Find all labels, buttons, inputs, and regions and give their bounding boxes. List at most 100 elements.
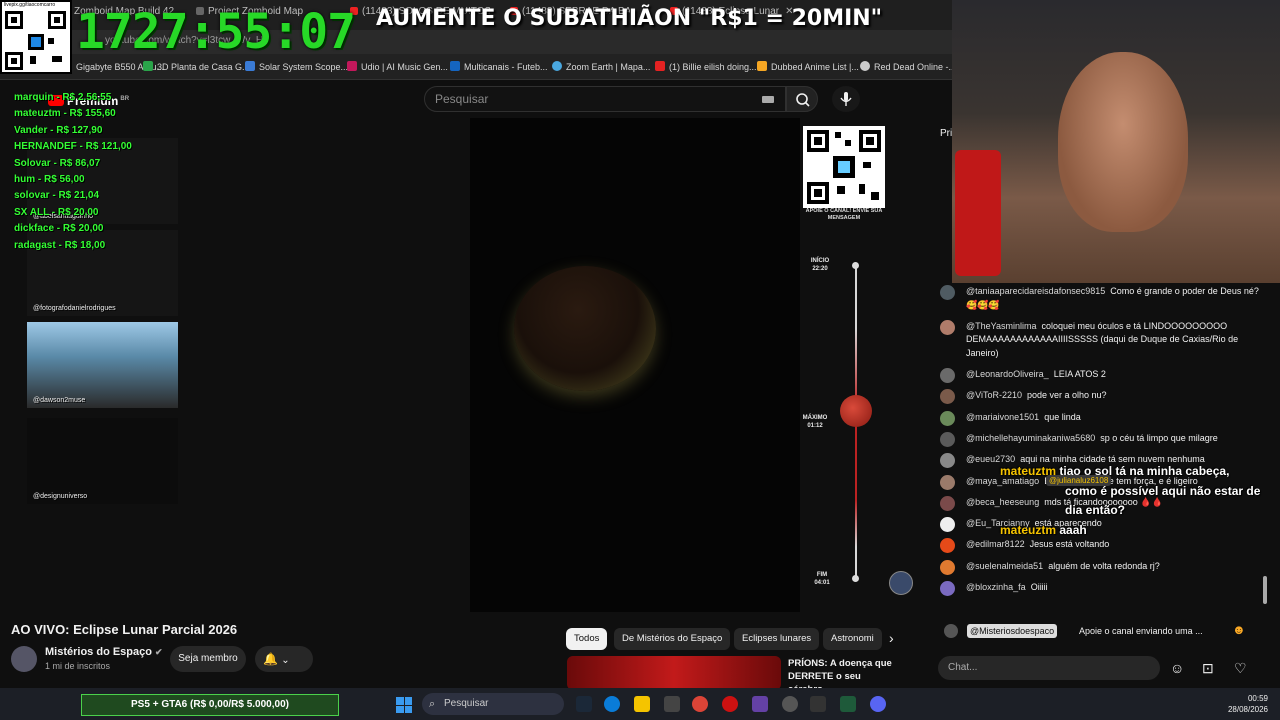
time-text: 04:01 [814, 580, 830, 586]
chat-author[interactable]: @ViToR-2210 [966, 390, 1022, 400]
bookmark-favicon-icon [245, 61, 255, 71]
opera-icon[interactable] [722, 696, 738, 712]
avatar[interactable] [940, 285, 955, 300]
streamer-face [1058, 52, 1188, 232]
search-button[interactable] [786, 86, 818, 112]
channel-avatar[interactable] [11, 646, 37, 672]
chat-author[interactable]: @suelenalmeida51 [966, 561, 1043, 571]
chat-text: Oiiiii [1030, 582, 1048, 593]
voice-search-button[interactable] [832, 86, 860, 112]
label-text: MÁXIMO [802, 415, 828, 421]
chip-lunar-eclipses[interactable]: Eclipses lunares [734, 628, 820, 650]
avatar[interactable] [940, 474, 955, 490]
avatar[interactable] [940, 517, 955, 533]
time-text: 22:20 [812, 266, 828, 272]
chat-author[interactable]: @TheYasminlima [966, 321, 1037, 331]
chat-author[interactable]: @bloxzinha_fa [966, 582, 1026, 592]
video-player[interactable] [470, 118, 800, 612]
chat-author[interactable]: @beca_heeseung [966, 497, 1039, 507]
chat-scrollbar[interactable] [1263, 576, 1267, 604]
heart-icon[interactable]: ♡ [1234, 660, 1247, 677]
app-icon[interactable] [840, 696, 856, 712]
chat-author[interactable]: @edilmar8122 [966, 539, 1025, 549]
bookmark-label: 3D Planta de Casa G... [157, 62, 250, 72]
search-input[interactable]: Pesquisar [435, 92, 488, 106]
bookmark-item[interactable]: Solar System Scope... [245, 61, 348, 72]
avatar[interactable] [940, 368, 955, 384]
avatar[interactable] [940, 453, 955, 469]
chip-channel[interactable]: De Mistérios do Espaço [614, 628, 731, 650]
join-member-button[interactable]: Seja membro [170, 646, 246, 672]
chat-author[interactable]: @taniaaparecidareisdafonsec9815 [966, 286, 1105, 296]
pinned-text: Apoie o canal enviando uma ... [1079, 626, 1203, 636]
chevron-right-icon[interactable]: › [889, 630, 894, 646]
chat-author[interactable]: @eueu2730 [966, 454, 1015, 464]
cam-label: @fotografodanielrodrigues [33, 305, 116, 312]
chat-author[interactable]: @mariaivone1501 [966, 412, 1039, 422]
donation-goal-bar: PS5 + GTA6 (R$ 0,00/R$ 5.000,00) [81, 694, 339, 716]
avatar[interactable] [940, 389, 955, 405]
app-icon[interactable] [782, 696, 798, 712]
bookmark-item[interactable]: Udio | AI Music Gen... [347, 61, 448, 72]
channel-watermark[interactable] [889, 571, 913, 595]
donation-entry: solovar - R$ 21,04 [14, 190, 100, 202]
chat-author[interactable]: @michellehayuminakaniwa5680 [966, 433, 1095, 443]
qr-code-icon [5, 11, 66, 70]
avatar[interactable] [940, 538, 955, 554]
overlay-chat-text: aaah [1059, 523, 1087, 537]
chat-header[interactable]: Pri [940, 128, 952, 139]
chat-text: pode ver a olho nu? [1027, 390, 1107, 401]
avatar[interactable] [940, 581, 955, 597]
app-icon[interactable] [810, 696, 826, 712]
bookmark-item[interactable]: Red Dead Online -... [860, 61, 956, 72]
subathon-timer: 1727:55:07 [76, 4, 356, 60]
chat-text: aqui na minha cidade tá sem nuvem nenhum… [1020, 454, 1205, 465]
chat-message-list: @taniaaparecidareisdafonsec9815 Como é gr… [940, 285, 1264, 602]
steam-icon[interactable] [576, 696, 592, 712]
avatar[interactable] [940, 495, 955, 511]
edge-icon[interactable] [604, 696, 620, 712]
chat-author[interactable]: @LeonardoOliveira_ [966, 369, 1049, 379]
bookmark-item[interactable]: Dubbed Anime List |... [757, 61, 859, 72]
cam-label: @dawson2muse [33, 397, 86, 404]
search-box[interactable]: Pesquisar [424, 86, 786, 112]
overlay-chat-line: dia então? [1065, 503, 1125, 517]
chat-input[interactable]: Chat... [938, 656, 1160, 680]
chip-astronomy[interactable]: Astronomi [823, 628, 882, 650]
eclipsed-moon [514, 266, 656, 391]
avatar[interactable] [940, 431, 955, 447]
keyboard-icon[interactable] [762, 96, 774, 103]
notification-bell-button[interactable]: 🔔 ⌄ [255, 646, 313, 672]
support-qr-code [803, 126, 885, 208]
recommendation-thumbnail[interactable] [567, 656, 781, 690]
bookmark-item[interactable]: Zoom Earth | Mapa... [552, 61, 650, 72]
chrome-icon[interactable] [692, 696, 708, 712]
search-icon: ⌕ [429, 698, 436, 710]
file-explorer-icon[interactable] [634, 696, 650, 712]
windows-start-icon[interactable] [396, 697, 412, 713]
bookmark-item[interactable]: 3D Planta de Casa G... [143, 61, 250, 72]
livepix-qr-code: livepix.gg/tiaocomcarro [0, 0, 72, 74]
system-clock[interactable]: 00:59 28/08/2026 [1220, 693, 1268, 715]
chip-todos[interactable]: Todos [566, 628, 608, 650]
avatar[interactable] [940, 319, 955, 335]
bookmark-item[interactable]: Multicanais - Futeb... [450, 61, 548, 72]
bookmark-favicon-icon [143, 61, 153, 71]
channel-name[interactable]: Mistérios do Espaço ✔ [45, 646, 163, 658]
avatar[interactable] [940, 559, 955, 575]
avatar[interactable] [940, 410, 955, 426]
search-icon [796, 93, 810, 107]
discord-icon[interactable] [870, 696, 886, 712]
emoji-picker-icon[interactable]: ☺ [1170, 660, 1184, 676]
app-icon[interactable] [664, 696, 680, 712]
bookmark-favicon-icon [860, 61, 870, 71]
overlay-chat-name: mateuztm [1000, 523, 1057, 537]
bookmark-item[interactable]: (1) Billie eilish doing... [655, 61, 757, 72]
chat-text: alguém de volta redonda rj? [1048, 560, 1160, 571]
donation-entry: Solovar - R$ 86,07 [14, 157, 101, 169]
super-chat-icon[interactable]: ⊡ [1202, 660, 1214, 677]
taskbar-search[interactable]: ⌕ Pesquisar [422, 693, 564, 715]
pinned-message[interactable]: @Misteriosdoespaco Apoie o canal enviand… [932, 618, 1252, 644]
label-text: INÍCIO [810, 258, 830, 264]
twitch-icon[interactable] [752, 696, 768, 712]
